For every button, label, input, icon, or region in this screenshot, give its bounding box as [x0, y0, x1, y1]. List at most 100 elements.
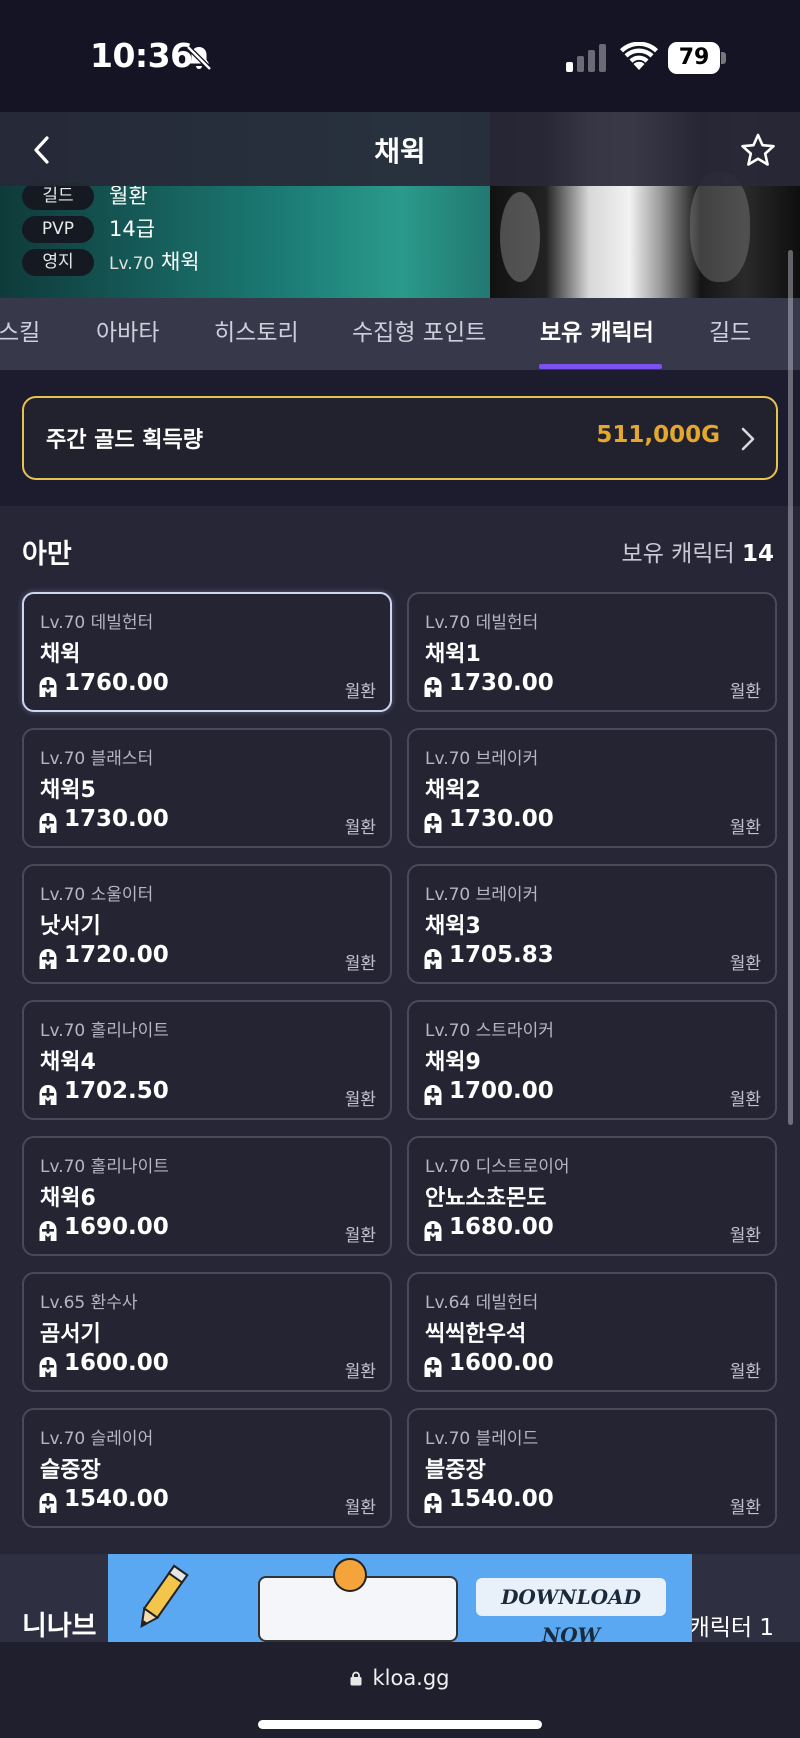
character-class: Lv.70 슬레이어 [40, 1429, 154, 1449]
tab-collectibles[interactable]: 수집형 포인트 [352, 298, 486, 370]
character-card[interactable]: Lv.70 브레이커 채윅2 1730.00 월환 [407, 728, 777, 848]
character-guild: 월환 [729, 682, 761, 702]
character-name: 채윅9 [425, 1050, 481, 1075]
gold-section: 주간 골드 획득량 511,000G [0, 370, 800, 506]
character-name: 채윅4 [40, 1050, 96, 1075]
wifi-icon [620, 42, 658, 70]
helmet-icon [39, 1357, 57, 1377]
item-level: 1702.50 [64, 1078, 169, 1104]
owned-label: 보유 캐릭터 [621, 541, 735, 567]
character-card[interactable]: Lv.70 홀리나이트 채윅6 1690.00 월환 [22, 1136, 392, 1256]
planet-illustration [333, 1558, 367, 1592]
home-indicator[interactable] [258, 1720, 542, 1729]
top-nav-bar: 채윅 [0, 112, 800, 186]
character-class: Lv.64 데빌헌터 [425, 1293, 539, 1313]
helmet-icon [424, 1085, 442, 1105]
tab-owned-characters[interactable]: 보유 캐릭터 [540, 298, 654, 370]
scrollbar[interactable] [788, 250, 793, 1125]
info-key: 길드 [22, 183, 94, 210]
character-name: 채윅2 [425, 778, 481, 803]
item-level: 1730.00 [449, 670, 554, 696]
character-name: 안뇨소쵸몬도 [425, 1186, 547, 1211]
character-class: Lv.70 데빌헌터 [40, 613, 154, 633]
character-class: Lv.70 블레이드 [425, 1429, 539, 1449]
character-card[interactable]: Lv.70 브레이커 채윅3 1705.83 월환 [407, 864, 777, 984]
lock-icon [350, 1671, 362, 1686]
character-class: Lv.65 환수사 [40, 1293, 138, 1313]
character-guild: 월환 [729, 818, 761, 838]
character-name: 블중장 [425, 1458, 486, 1483]
character-class: Lv.70 블래스터 [40, 749, 154, 769]
character-card[interactable]: Lv.70 블래스터 채윅5 1730.00 월환 [22, 728, 392, 848]
tab-history[interactable]: 히스토리 [214, 298, 299, 370]
character-guild: 월환 [344, 818, 376, 838]
character-guild: 월환 [344, 1498, 376, 1518]
server-name: 아만 [22, 539, 72, 570]
star-icon[interactable] [740, 132, 776, 168]
info-value: 14급 [109, 217, 156, 241]
helmet-icon [424, 1357, 442, 1377]
character-class: Lv.70 홀리나이트 [40, 1157, 169, 1177]
weekly-gold-card[interactable]: 주간 골드 획득량 511,000G [22, 396, 778, 480]
character-card[interactable]: Lv.70 소울이터 낫서기 1720.00 월환 [22, 864, 392, 984]
character-card[interactable]: Lv.70 데빌헌터 채윅1 1730.00 월환 [407, 592, 777, 712]
url-display: kloa.gg [0, 1666, 800, 1690]
character-guild: 월환 [344, 1090, 376, 1110]
character-class: Lv.70 데빌헌터 [425, 613, 539, 633]
item-level: 1540.00 [64, 1486, 169, 1512]
battery-icon: 79 [668, 42, 726, 74]
estate-name: 채윅 [160, 250, 200, 274]
status-bar: 10:36 79 [0, 0, 800, 112]
helmet-icon [424, 1493, 442, 1513]
helmet-icon [39, 1493, 57, 1513]
character-card[interactable]: Lv.70 디스트로이어 안뇨소쵸몬도 1680.00 월환 [407, 1136, 777, 1256]
estate-level: Lv.70 [109, 254, 155, 274]
character-class: Lv.70 홀리나이트 [40, 1021, 169, 1041]
character-card[interactable]: Lv.65 환수사 곰서기 1600.00 월환 [22, 1272, 392, 1392]
item-level: 1730.00 [449, 806, 554, 832]
owned-number: 14 [741, 541, 774, 567]
character-class: Lv.70 브레이커 [425, 885, 539, 905]
character-name: 슬중장 [40, 1458, 101, 1483]
next-server-name: 니나브 [22, 1611, 97, 1642]
tab-avatar[interactable]: 아바타 [96, 298, 159, 370]
character-guild: 월환 [344, 1362, 376, 1382]
tab-guild[interactable]: 길드 [709, 298, 751, 370]
weekly-gold-value: 511,000G [596, 422, 720, 448]
item-level: 1760.00 [64, 670, 169, 696]
bell-off-icon [186, 45, 212, 71]
character-class: Lv.70 소울이터 [40, 885, 154, 905]
weekly-gold-label: 주간 골드 획득량 [46, 428, 203, 453]
item-level: 1600.00 [64, 1350, 169, 1376]
ad-download-button[interactable]: DOWNLOAD NOW [476, 1578, 666, 1642]
character-name: 채윅 [40, 642, 81, 667]
character-card[interactable]: Lv.70 블레이드 블중장 1540.00 월환 [407, 1408, 777, 1528]
battery-level: 79 [668, 42, 720, 74]
character-guild: 월환 [729, 1362, 761, 1382]
chevron-right-icon [741, 427, 755, 451]
helmet-icon [39, 813, 57, 833]
tab-skill[interactable]: 스킬 [0, 298, 40, 370]
character-name: 채윅6 [40, 1186, 96, 1211]
helmet-icon [424, 1221, 442, 1241]
helmet-icon [424, 813, 442, 833]
ad-banner[interactable]: DOWNLOAD NOW [108, 1554, 692, 1642]
character-card[interactable]: Lv.70 홀리나이트채윅4 1702.50 월환 [22, 1000, 392, 1120]
character-name: 낫서기 [40, 914, 101, 939]
character-guild: 월환 [729, 1090, 761, 1110]
ad-strip: 니나브 캐릭터 1 DOWNLOAD NOW [0, 1554, 800, 1642]
character-class: Lv.70 디스트로이어 [425, 1157, 570, 1177]
info-key: 영지 [22, 249, 94, 276]
info-value: Lv.70 채윅 [109, 246, 200, 281]
character-roster: 아만 보유 캐릭터 14 Lv.70 데빌헌터 채윅 1760.00 월환 Lv.70 … [0, 506, 800, 1554]
character-class: Lv.70 스트라이커 [425, 1021, 554, 1041]
signal-icon [566, 44, 606, 72]
item-level: 1540.00 [449, 1486, 554, 1512]
page-title: 채윅 [374, 135, 426, 168]
character-card[interactable]: Lv.64 데빌헌터 씩씩한우석 1600.00 월환 [407, 1272, 777, 1392]
character-card[interactable]: Lv.70 스트라이커 채윅9 1700.00 월환 [407, 1000, 777, 1120]
browser-url-bar[interactable]: kloa.gg [0, 1642, 800, 1738]
character-card[interactable]: Lv.70 데빌헌터 채윅 1760.00 월환 [22, 592, 392, 712]
helmet-icon [39, 677, 57, 697]
character-card[interactable]: Lv.70 슬레이어슬중장 1540.00 월환 [22, 1408, 392, 1528]
